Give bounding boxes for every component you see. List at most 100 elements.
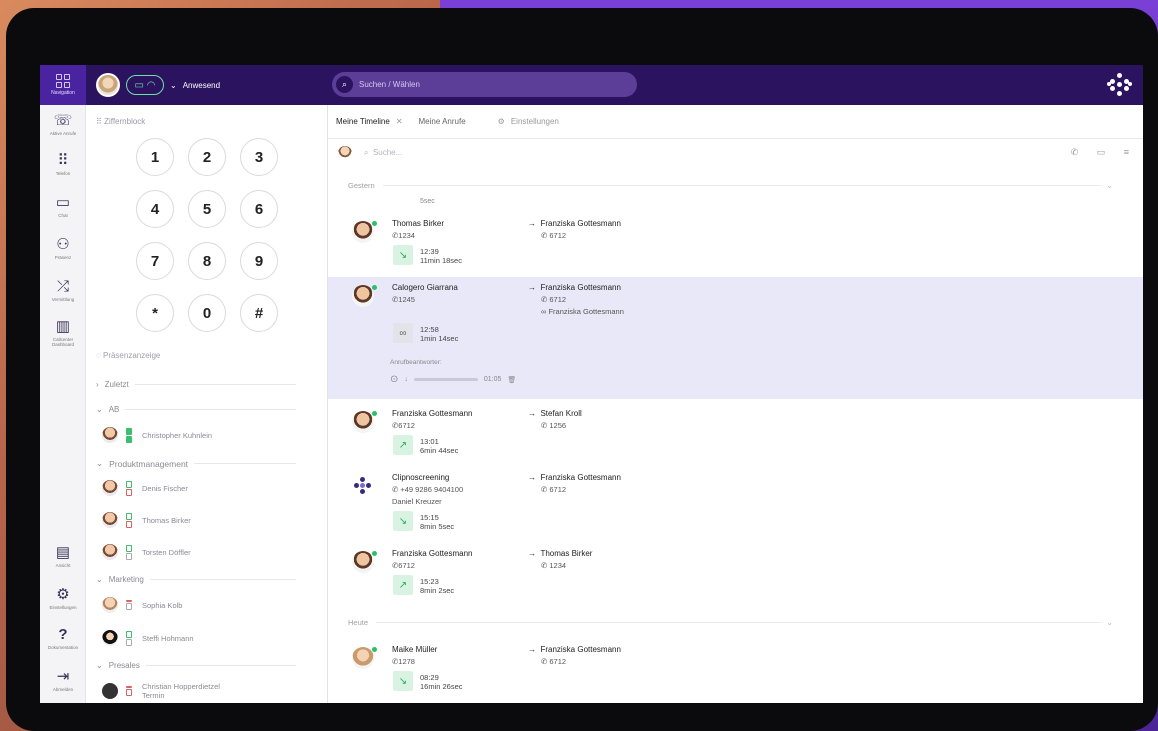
progress-track[interactable] [413,378,478,381]
play-icon[interactable]: ⊙ [390,374,398,385]
rail-item-logout[interactable]: ⇥ Abmelden [40,668,86,693]
key-3[interactable]: 3 [240,138,278,176]
rail-item-active-calls[interactable]: ☏ Aktive Anrufe [40,113,86,137]
target-number-text: 6712 [549,231,567,240]
forward-name: Franziska Gottesmann [548,307,624,316]
rail-label: Aktive Anrufe [49,131,77,136]
chat-headset-icon[interactable]: ▭ ◠ [126,75,164,95]
rail-item-chat[interactable]: ▭ Chat [40,195,86,219]
table-row[interactable]: Franziska Gottesmann ✆6712 ↗ 15:23 8min 2… [328,543,1143,605]
key-hash[interactable]: # [240,294,278,332]
avatar[interactable] [96,73,120,97]
list-item[interactable]: Thomas Birker [102,512,191,528]
caller-number-text: 1245 [398,295,415,304]
online-indicator [372,221,377,226]
key-9[interactable]: 9 [240,242,278,280]
tab-settings[interactable]: ⚙ Einstellungen [490,105,567,139]
call-time: 12:39 11min 18sec [420,247,462,265]
incoming-call-icon: ↘ [393,511,413,531]
table-row[interactable]: Clipnoscreening ✆ +49 9286 9404100 Danie… [328,467,1143,539]
tab-label: Meine Timeline [336,117,390,126]
duration: 8min 5sec [420,522,455,531]
target-number: ✆ 1234 [541,561,567,570]
target-number-text: 6712 [549,295,567,304]
caller-number: ✆1245 [392,295,415,304]
chevron-down-icon[interactable]: ⌄ [1102,618,1113,627]
rail-item-transfer[interactable]: ⤮ Vermittlung [40,278,86,303]
transfer-icon: ⤮ [56,278,69,295]
rail-item-presence[interactable]: ⚇ Präsenz [40,237,86,261]
rail-item-view[interactable]: ▤ Ansicht [40,544,86,569]
key-2[interactable]: 2 [188,138,226,176]
group-recent[interactable]: › Zuletzt [96,380,296,389]
download-icon[interactable]: ↓ [404,376,408,383]
tab-timeline[interactable]: Meine Timeline ✕ [328,105,411,139]
logout-icon: ⇥ [56,668,70,685]
rail-label: Abmelden [52,687,74,692]
list-item[interactable]: Christopher Kuhnlein [102,427,212,443]
icon-rail: ☏ Aktive Anrufe ⠿ Telefon ▭ Chat ⚇ Präse… [40,105,86,703]
search-input[interactable]: ⌕ Suchen / Wählen [332,72,637,97]
avatar[interactable] [338,146,352,160]
rail-item-settings[interactable]: ⚙ Einstellungen [40,587,86,611]
list-item[interactable]: Sophia Kolb [102,597,182,613]
key-6[interactable]: 6 [240,190,278,228]
chevron-down-icon: ⌄ [170,80,177,90]
key-star[interactable]: * [136,294,174,332]
call-target: → Franziska Gottesmann [528,645,621,654]
call-target: → Franziska Gottesmann [528,283,621,292]
caller-name: Maike Müller [392,645,438,654]
key-8[interactable]: 8 [188,242,226,280]
key-4[interactable]: 4 [136,190,174,228]
target-name: Franziska Gottesmann [540,283,621,292]
device-status-icon [126,686,134,696]
forward-target: ∞ Franziska Gottesmann [541,307,624,316]
view-icon: ▤ [55,544,71,561]
navigation-button[interactable]: Navigation [40,65,86,105]
table-row[interactable]: Maike Müller ✆1278 ↘ 08:29 16min 26sec → … [328,639,1143,701]
target-number-text: 6712 [549,485,567,494]
incoming-call-icon: ↘ [393,671,413,691]
chevron-down-icon[interactable]: ⌄ [1102,181,1113,190]
app-screen: Navigation ▭ ◠ ⌄ Anwesend ⌕ Suchen / Wäh… [40,65,1143,703]
list-item[interactable]: Torsten Döffler [102,544,191,560]
tab-calls[interactable]: Meine Anrufe [411,105,474,139]
day-header-yesterday: Gestern ⌄ [348,181,1113,190]
key-1[interactable]: 1 [136,138,174,176]
dashboard-icon: ▥ [55,318,71,335]
group-presales[interactable]: ⌄ Presales [96,661,296,670]
list-item[interactable]: Steffi Hohmann [102,630,194,646]
rail-item-dashboard[interactable]: ▥ Callcenter Dashboard [40,318,86,348]
key-7[interactable]: 7 [136,242,174,280]
caller-number-text: 6712 [398,561,415,570]
contact-name: Steffi Hohmann [142,633,194,643]
rail-item-docs[interactable]: ? Dokumentation [40,627,86,651]
group-product[interactable]: ⌄ Produktmanagement [96,458,296,469]
list-item[interactable]: Denis Fischer [102,480,188,496]
navigation-label: Navigation [51,90,75,96]
device-status-icon [126,600,134,610]
caller-number-text: +49 9286 9404100 [400,485,464,494]
table-row[interactable]: Thomas Birker ✆1234 ↘ 12:39 11min 18sec →… [328,213,1143,275]
group-ab[interactable]: ⌄ AB [96,405,296,414]
contact-name: Denis Fischer [142,483,188,493]
close-icon[interactable]: ✕ [396,117,403,126]
key-0[interactable]: 0 [188,294,226,332]
table-row[interactable]: Calogero Giarrana ✆1245 ∞ 12:58 1min 14se… [328,277,1143,399]
table-row[interactable]: Franziska Gottesmann ✆6712 ↗ 13:01 6min 4… [328,403,1143,465]
rail-label: Chat [58,213,68,218]
target-number: ✆ 1256 [541,421,567,430]
tab-label: Einstellungen [510,117,559,126]
timeline-search-input[interactable]: ⌕ Suche... [364,148,402,158]
list-item[interactable]: Christian Hopperdietzel Termin [102,682,220,700]
call-chat-icons[interactable]: ✆ ▭ ≡ [1071,147,1137,158]
status-dropdown[interactable]: ⌄ Anwesend [170,81,220,90]
caller-number-text: 6712 [398,421,415,430]
target-name: Stefan Kroll [540,409,582,418]
key-5[interactable]: 5 [188,190,226,228]
gear-icon: ⚙ [497,117,505,126]
group-marketing[interactable]: ⌄ Marketing [96,575,296,584]
delete-icon[interactable]: 🗑 [507,376,516,384]
rail-item-telefon[interactable]: ⠿ Telefon [40,153,86,177]
avatar [352,221,377,243]
